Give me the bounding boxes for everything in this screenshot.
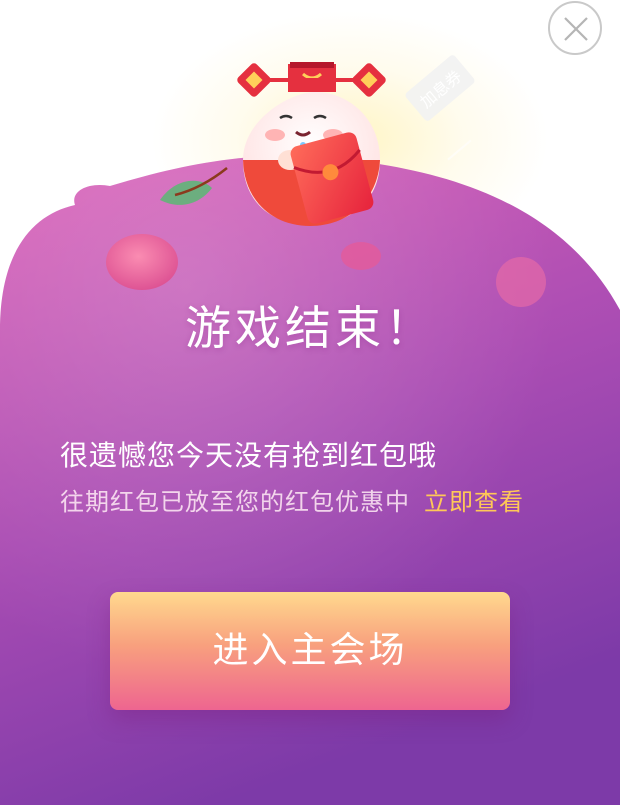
history-message: 往期红包已放至您的红包优惠中 立即查看 (60, 484, 600, 520)
close-icon (564, 17, 588, 41)
no-red-packet-message: 很遗憾您今天没有抢到红包哦 (60, 439, 438, 472)
dialog-title: 游戏结束！ (185, 301, 435, 355)
enter-main-venue-button[interactable]: 进入主会场 (110, 592, 510, 710)
game-over-dialog: 加息券 游戏结束！ 很遗憾您今天没有抢到红包哦 往期红包已放至您的红包优惠中 立… (0, 0, 620, 805)
view-now-link[interactable]: 立即查看 (424, 488, 524, 516)
close-button[interactable] (548, 1, 602, 55)
coupon-ticket-icon: 加息券 (405, 55, 475, 161)
history-message-text: 往期红包已放至您的红包优惠中 (60, 488, 410, 516)
